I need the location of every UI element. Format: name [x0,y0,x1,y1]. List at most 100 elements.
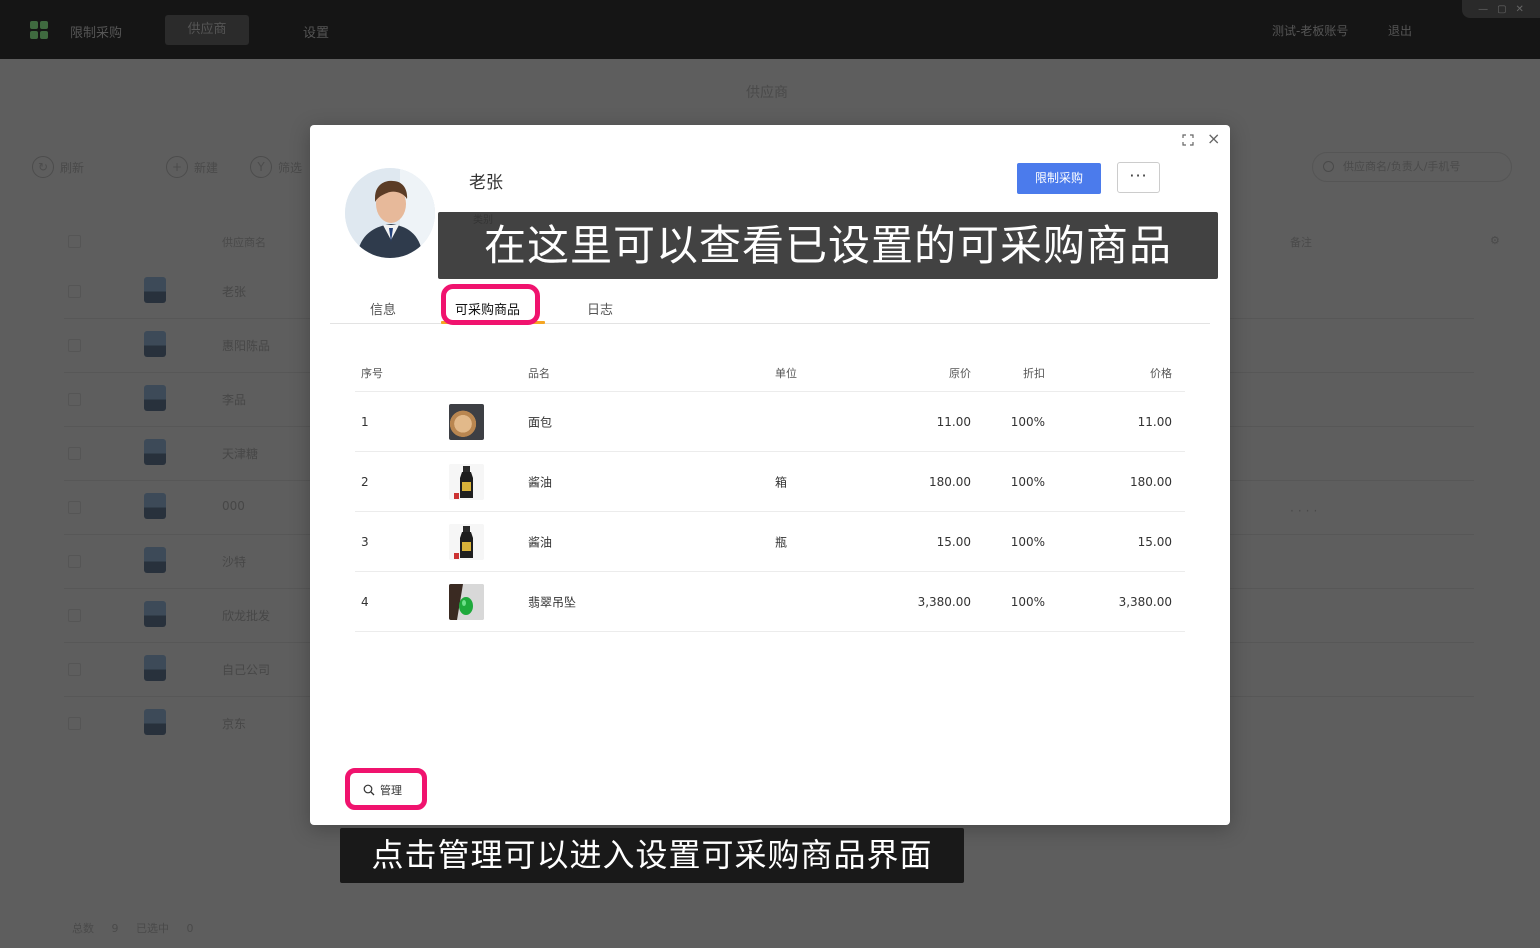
logout-link[interactable]: 退出 [1388,22,1412,39]
header-name: 品名 [528,367,550,380]
more-dots: ···· [1290,504,1322,518]
add-label: 新建 [194,160,219,175]
filter-label: 筛选 [278,160,303,175]
background-list-item[interactable]: 老张 [0,265,310,319]
row-checkbox[interactable] [68,609,81,622]
fullscreen-icon[interactable] [1182,134,1194,146]
account-name[interactable]: 测试-老板账号 [1272,22,1348,39]
row-name: 酱油 [528,475,553,489]
row-original-price: 15.00 [936,534,971,549]
row-checkbox[interactable] [68,339,81,352]
filter-icon: Y [250,156,272,178]
table-body: 1 面包 11.00 100% 11.00 2 酱油 箱 180.00 100% 180.00 3 酱油… [355,392,1185,632]
window-controls: — ▢ ✕ [1462,0,1540,18]
tab-log[interactable]: 日志 [587,299,613,318]
caption-top: 在这里可以查看已设置的可采购商品 [438,212,1218,279]
jade-pendant-thumbnail [449,583,484,620]
table-row[interactable]: 1 面包 11.00 100% 11.00 [355,392,1185,452]
row-discount: 100% [1010,414,1045,429]
avatar [144,493,166,519]
column-header-name: 供应商名 [222,236,266,249]
row-checkbox[interactable] [68,285,81,298]
row-name: 翡翠吊坠 [528,595,577,609]
background-list-item[interactable]: 惠阳陈品 [0,319,310,373]
row-checkbox[interactable] [68,447,81,460]
header-no: 序号 [361,367,383,380]
minimize-icon[interactable]: — [1478,4,1488,15]
search-icon [1323,161,1334,172]
table-row[interactable]: 4 翡翠吊坠 3,380.00 100% 3,380.00 [355,572,1185,632]
background-list-item[interactable]: 天津糖 [0,427,310,481]
avatar [144,277,166,303]
tab-info[interactable]: 信息 [370,299,396,318]
background-list-item[interactable]: 沙特 [0,535,310,589]
row-checkbox[interactable] [68,501,81,514]
row-unit: 瓶 [775,535,788,549]
soy-sauce-thumbnail [449,463,484,500]
column-settings-icon[interactable]: ⚙ [1490,234,1500,247]
table-row[interactable]: 3 酱油 瓶 15.00 100% 15.00 [355,512,1185,572]
supplier-name-cell: 000 [222,499,245,513]
supplier-name-cell: 京东 [222,717,247,731]
row-price: 11.00 [1137,414,1172,429]
row-checkbox[interactable] [68,717,81,730]
row-price: 15.00 [1137,534,1172,549]
background-page-title: 供应商 [746,85,788,101]
row-no: 4 [361,594,369,609]
header-discount: 折扣 [1023,367,1045,380]
row-discount: 100% [1010,474,1045,489]
row-no: 2 [361,474,369,489]
nav-tab-suppliers[interactable]: 供应商 [165,15,249,45]
table-row[interactable]: 2 酱油 箱 180.00 100% 180.00 [355,452,1185,512]
restrict-purchase-button[interactable]: 限制采购 [1017,163,1101,194]
select-all-checkbox[interactable] [68,235,81,248]
window-close-icon[interactable]: ✕ [1516,4,1524,15]
background-list-item[interactable]: 000 [0,481,310,535]
supplier-avatar [345,168,435,258]
row-price: 3,380.00 [1118,594,1172,609]
row-checkbox[interactable] [68,555,81,568]
refresh-label: 刷新 [60,160,85,175]
soy-sauce-thumbnail [449,523,484,560]
background-list-item[interactable]: 李品 [0,373,310,427]
maximize-icon[interactable]: ▢ [1497,4,1506,15]
header-unit: 单位 [775,367,797,380]
row-discount: 100% [1010,534,1045,549]
close-icon[interactable]: × [1207,130,1220,148]
row-no: 1 [361,414,369,429]
avatar [144,709,166,735]
avatar [144,439,166,465]
background-list-item[interactable]: 京东 [0,697,310,751]
supplier-name-cell: 老张 [222,285,247,299]
row-original-price: 3,380.00 [917,594,971,609]
table-header: 序号 品名 单位 原价 折扣 价格 [355,355,1185,392]
background-list-item[interactable]: 自己公司 [0,643,310,697]
row-checkbox[interactable] [68,393,81,406]
more-options-button[interactable]: ··· [1117,162,1160,193]
row-name: 面包 [528,415,553,429]
avatar [144,655,166,681]
avatar [144,547,166,573]
avatar [144,331,166,357]
row-checkbox[interactable] [68,663,81,676]
row-original-price: 180.00 [929,474,971,489]
header-original-price: 原价 [949,367,971,380]
supplier-name-cell: 欣龙批发 [222,609,271,623]
refresh-icon: ↻ [32,156,54,178]
row-unit: 箱 [775,475,788,489]
filter-button[interactable]: Y 筛选 [250,155,302,179]
row-discount: 100% [1010,594,1045,609]
refresh-button[interactable]: ↻ 刷新 [32,155,84,179]
nav-tab-settings[interactable]: 设置 [303,22,329,41]
manage-highlight-annotation [345,768,427,810]
bread-thumbnail [449,403,484,440]
app-name: 限制采购 [70,26,123,41]
row-name: 酱油 [528,535,553,549]
plus-icon: + [166,156,188,178]
background-search-input[interactable]: 供应商名/负责人/手机号 [1312,152,1512,182]
avatar [144,385,166,411]
search-placeholder: 供应商名/负责人/手机号 [1343,160,1461,173]
column-header-remark: 备注 [1290,236,1312,249]
add-button[interactable]: + 新建 [166,155,218,179]
background-list-item[interactable]: 欣龙批发 [0,589,310,643]
